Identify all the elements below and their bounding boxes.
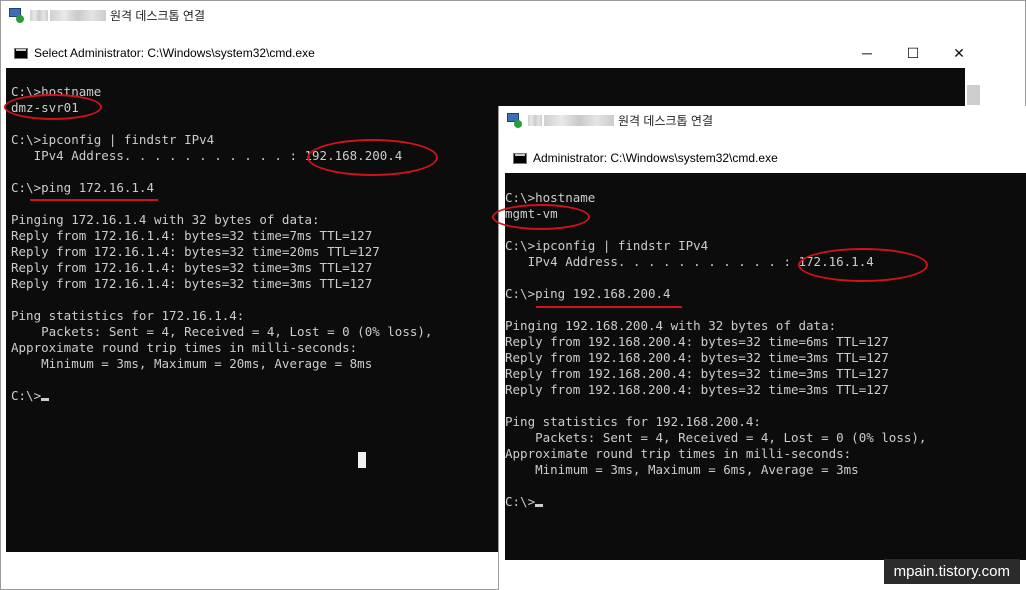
console-cursor (535, 504, 544, 507)
rdp-titlebar-back[interactable]: 원격 데스크톱 연결 (1, 1, 1026, 29)
blurred-host-name (30, 9, 48, 21)
console-line: Reply from 192.168.200.4: bytes=32 time=… (505, 350, 889, 365)
console-line: C:\>ipconfig | findstr IPv4 (505, 238, 709, 253)
console-line: C:\> (505, 494, 1026, 510)
blurred-host-name (544, 114, 614, 126)
highlight-hostname-back (4, 94, 102, 120)
cmd-titlebar-front[interactable]: Administrator: C:\Windows\system32\cmd.e… (505, 143, 1026, 173)
blurred-host-name (50, 9, 106, 21)
cmd-titlebar-back[interactable]: Select Administrator: C:\Windows\system3… (6, 38, 982, 68)
highlight-ip-back (307, 139, 438, 176)
console-line: C:\>hostname (505, 190, 596, 205)
console-line: Ping statistics for 192.168.200.4: (505, 414, 761, 429)
underline-ping-back (30, 199, 158, 201)
rdp-title-label: 원격 데스크톱 연결 (110, 8, 205, 23)
cmd-icon (513, 152, 527, 164)
minimize-button[interactable]: ─ (844, 38, 890, 68)
scroll-thumb[interactable] (967, 85, 980, 105)
console-line: Reply from 192.168.200.4: bytes=32 time=… (505, 382, 889, 397)
highlight-ip-front (798, 248, 928, 282)
rdp-titlebar-front[interactable]: 원격 데스크톱 연결 (499, 106, 1026, 134)
underline-ping-front (536, 306, 682, 308)
rdp-title-label: 원격 데스크톱 연결 (618, 113, 713, 128)
console-line: IPv4 Address. . . . . . . . . . . : 172.… (505, 254, 874, 269)
console-output-front[interactable]: C:\>hostname mgmt-vm C:\>ipconfig | findst… (505, 190, 1026, 560)
remote-desktop-icon (506, 112, 522, 128)
cmd-icon (14, 47, 28, 59)
console-line: Approximate round trip times in milli-se… (505, 446, 852, 461)
console-line: C:\>ping 192.168.200.4 (505, 286, 671, 301)
console-line: Packets: Sent = 4, Received = 4, Lost = … (505, 430, 927, 445)
cmd-title-label: Administrator: C:\Windows\system32\cmd.e… (533, 151, 778, 165)
cmd-window-front[interactable]: Administrator: C:\Windows\system32\cmd.e… (505, 143, 1026, 560)
close-button[interactable]: ✕ (936, 38, 982, 68)
console-cursor (41, 398, 50, 401)
watermark: mpain.tistory.com (883, 559, 1020, 584)
text-caret (358, 452, 366, 468)
console-line: Reply from 192.168.200.4: bytes=32 time=… (505, 366, 889, 381)
cmd-title-label: Select Administrator: C:\Windows\system3… (34, 46, 315, 60)
maximize-button[interactable]: ☐ (890, 38, 936, 68)
blurred-host-name (528, 114, 542, 126)
console-line: Reply from 192.168.200.4: bytes=32 time=… (505, 334, 889, 349)
highlight-hostname-front (492, 204, 590, 230)
console-line: C:\>hostname (11, 84, 102, 99)
console-line: Minimum = 3ms, Maximum = 6ms, Average = … (505, 462, 859, 477)
remote-desktop-icon (8, 7, 24, 23)
console-line: Pinging 192.168.200.4 with 32 bytes of d… (505, 318, 837, 333)
window-controls: ─ ☐ ✕ (844, 38, 982, 68)
